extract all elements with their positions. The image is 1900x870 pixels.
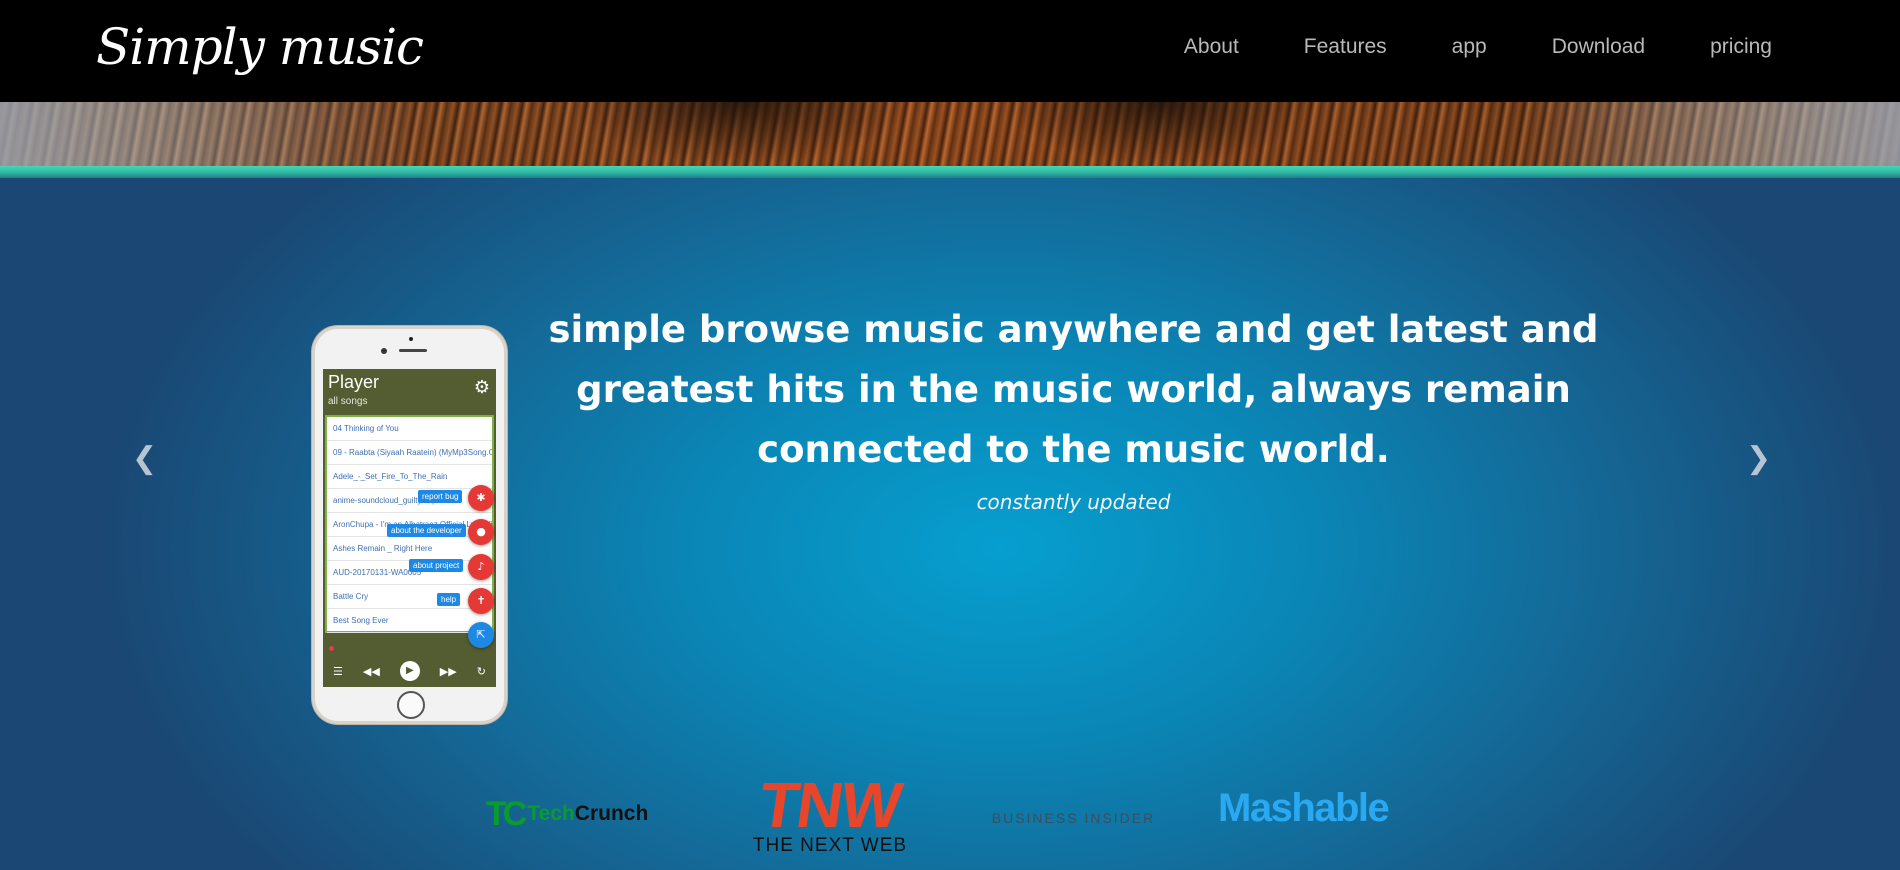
techcrunch-word-b: Crunch — [574, 802, 649, 825]
techcrunch-wordmark: TechCrunch — [527, 802, 648, 826]
app-subtitle: all songs — [328, 396, 368, 407]
mashable-logo: Mashable — [1218, 786, 1390, 830]
fab-label-about-project: about project — [409, 559, 464, 572]
techcrunch-word-a: Tech — [527, 802, 575, 825]
phone-front-camera — [381, 348, 387, 354]
techcrunch-logo: TC TechCrunch — [486, 795, 676, 833]
phone-speaker — [399, 349, 427, 352]
player-controls: ☰ ◀◀ ▶ ▶▶ ↻ — [323, 655, 496, 687]
nav-about[interactable]: About — [1184, 32, 1239, 62]
fab-label-report-bug: report bug — [418, 490, 463, 503]
fab-label-help: help — [437, 593, 461, 606]
queue-icon: ☰ — [333, 664, 343, 678]
collapse-icon: ⇱ — [468, 622, 494, 648]
fast-forward-icon: ▶▶ — [439, 664, 457, 678]
list-item: 04 Thinking of You — [327, 417, 492, 441]
rewind-icon: ◀◀ — [362, 664, 380, 678]
hero-photo-fade-right — [1520, 102, 1900, 166]
list-item: Best Song Ever — [327, 609, 492, 633]
nav-pricing[interactable]: pricing — [1710, 32, 1772, 62]
tnw-mark: TNW — [755, 769, 905, 841]
carousel-section: ❮ ❯ Player all songs ⚙ 04 Thinking of Yo… — [0, 178, 1900, 870]
phone-mockup: Player all songs ⚙ 04 Thinking of You 09… — [312, 326, 507, 724]
list-item: Adele_-_Set_Fire_To_The_Rain — [327, 465, 492, 489]
hero-headline: simple browse music anywhere and get lat… — [548, 308, 1599, 471]
nav-download[interactable]: Download — [1552, 32, 1645, 62]
nav-features[interactable]: Features — [1304, 32, 1387, 62]
brand-logo[interactable]: Simply music — [96, 12, 424, 82]
chevron-right-icon[interactable]: ❯ — [1746, 444, 1771, 474]
repeat-icon: ↻ — [476, 664, 486, 678]
person-icon: ● — [468, 519, 494, 545]
accent-divider — [0, 166, 1900, 178]
phone-home-button — [397, 691, 425, 719]
music-note-icon: ♪ — [468, 554, 494, 580]
bug-icon: ✱ — [468, 485, 494, 511]
tnw-logo: TNW THE NEXT WEB — [730, 769, 930, 860]
fab-label-about-developer: about the developer — [387, 524, 466, 537]
gear-icon: ⚙ — [473, 377, 490, 398]
phone-camera-dot — [409, 337, 413, 341]
hero-tagline: constantly updated — [976, 490, 1171, 514]
list-item: 09 - Raabta (Siyaah Raatein) (MyMp3Song.… — [327, 441, 492, 465]
nav-app[interactable]: app — [1452, 32, 1487, 62]
navbar: Simply music About Features app Download… — [0, 0, 1900, 102]
nav-links: About Features app Download pricing — [1119, 32, 1772, 62]
recording-dot — [329, 646, 334, 651]
hero-photo-fade-left — [0, 102, 420, 166]
accessibility-icon: ✝ — [468, 588, 494, 614]
chevron-left-icon[interactable]: ❮ — [132, 444, 157, 474]
list-item: Battle Cry — [327, 585, 492, 609]
business-insider-logo: BUSINESS INSIDER — [991, 810, 1156, 826]
play-icon: ▶ — [399, 661, 420, 681]
techcrunch-mark: TC — [486, 794, 527, 833]
app-title: Player — [328, 372, 380, 392]
phone-screen: Player all songs ⚙ 04 Thinking of You 09… — [323, 369, 496, 687]
list-item: anime-soundcloud_guilty supercell — [327, 489, 492, 513]
list-item: Ashes Remain _ Right Here — [327, 537, 492, 561]
hero-photo-strip — [0, 102, 1900, 166]
